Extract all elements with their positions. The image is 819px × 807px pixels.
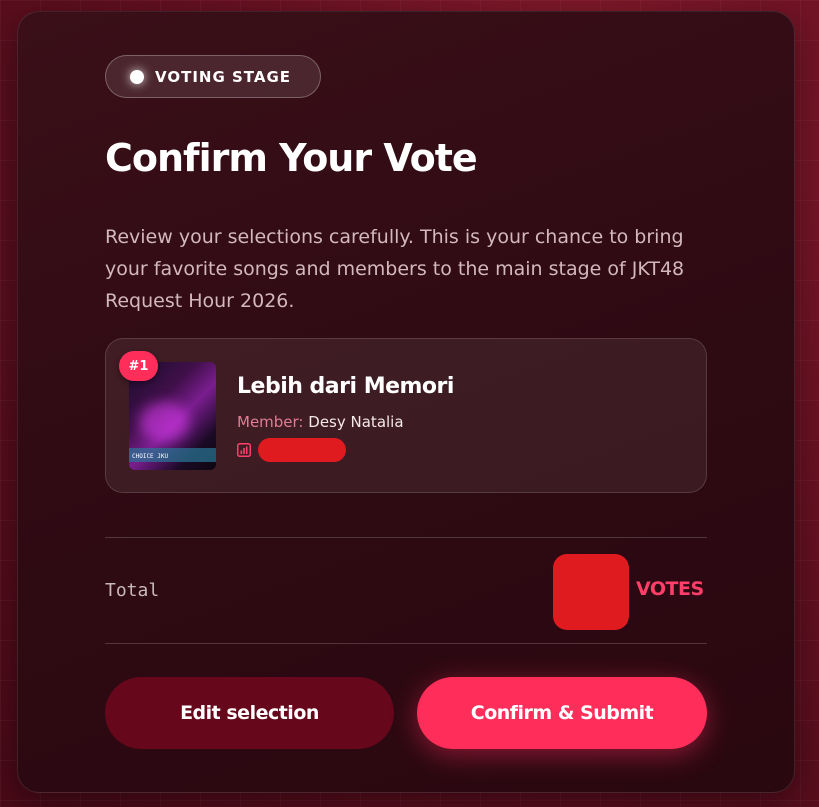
member-label: Member: — [237, 413, 304, 431]
status-dot-icon — [130, 69, 144, 84]
votes-unit-label: VOTES — [636, 578, 704, 600]
bar-chart-icon — [237, 443, 251, 457]
thumbnail-glow — [139, 402, 189, 442]
edit-selection-button[interactable]: Edit selection — [105, 677, 394, 749]
confirm-submit-button[interactable]: Confirm & Submit — [417, 677, 707, 749]
rank-badge: #1 — [119, 351, 158, 381]
total-label: Total — [105, 580, 160, 601]
confirm-vote-card: VOTING STAGE Confirm Your Vote Review yo… — [17, 11, 795, 793]
song-title: Lebih dari Memori — [237, 374, 454, 399]
summary-divider-top — [105, 537, 707, 538]
thumbnail-caption: CHOICE JKU — [132, 453, 169, 460]
total-votes-redacted — [553, 554, 629, 630]
summary-divider-bottom — [105, 643, 707, 644]
page-description: Review your selections carefully. This i… — [105, 226, 685, 312]
page-title: Confirm Your Vote — [105, 136, 478, 180]
selected-song-card: CHOICE JKU #1 Lebih dari Memori Member: … — [105, 338, 707, 493]
badge-label: VOTING STAGE — [155, 67, 292, 86]
song-votes-redacted — [258, 438, 346, 462]
voting-stage-badge: VOTING STAGE — [105, 55, 321, 98]
member-line: Member: Desy Natalia — [237, 413, 404, 431]
member-name: Desy Natalia — [308, 413, 404, 431]
